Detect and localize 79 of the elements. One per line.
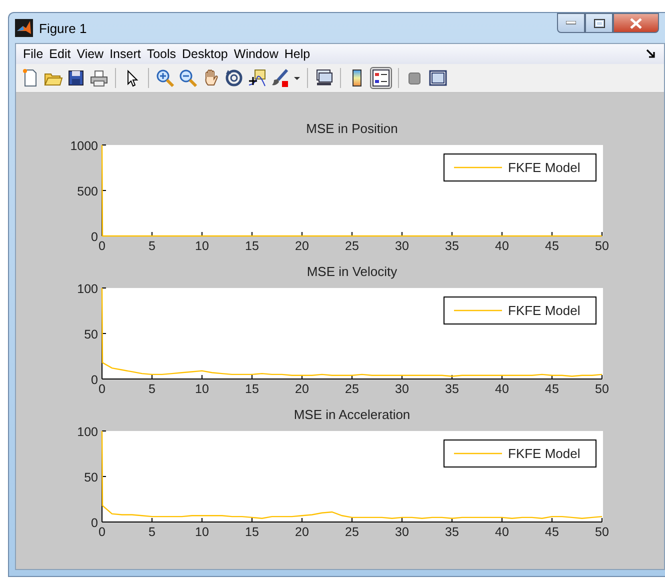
tick-label: 25 <box>345 382 359 396</box>
tick-label: 50 <box>595 382 609 396</box>
chart-title: MSE in Position <box>306 121 398 136</box>
menu-item[interactable]: Window <box>230 47 282 61</box>
tick-label: 45 <box>545 382 559 396</box>
legend-label: FKFE Model <box>508 303 580 318</box>
tick-label: 0 <box>91 230 98 244</box>
print-icon[interactable] <box>89 68 109 88</box>
tick-label: 35 <box>445 239 459 253</box>
tick-label: 15 <box>245 525 259 539</box>
legend-icon <box>372 69 390 87</box>
rotate-icon[interactable] <box>224 68 244 88</box>
tick-label: 15 <box>245 382 259 396</box>
tick-label: 40 <box>495 239 509 253</box>
tick-label: 40 <box>495 525 509 539</box>
tick-label: 0 <box>98 382 106 396</box>
minimize-icon <box>566 21 576 25</box>
tick-label: 0 <box>98 239 106 253</box>
tick-label: 0 <box>91 373 98 387</box>
tick-label: 1000 <box>70 139 98 153</box>
chart-title: MSE in Velocity <box>306 264 398 279</box>
save-icon[interactable] <box>66 68 86 88</box>
close-button[interactable] <box>613 13 659 33</box>
legend-line-sample <box>454 310 502 312</box>
chart-title: MSE in Acceleration <box>294 407 410 422</box>
tick-label: 15 <box>245 239 259 253</box>
tick-label: 10 <box>195 239 209 253</box>
legend-line-sample <box>454 166 502 168</box>
tick-label: 20 <box>295 382 309 396</box>
tick-label: 30 <box>395 239 409 253</box>
menu-item[interactable]: Desktop <box>179 47 231 61</box>
tick-label: 20 <box>295 239 309 253</box>
tick-label: 35 <box>445 525 459 539</box>
tick-label: 30 <box>395 382 409 396</box>
maximize-button[interactable] <box>585 13 613 33</box>
tick-label: 100 <box>77 425 98 439</box>
tick-label: 30 <box>395 525 409 539</box>
zoom-in-icon[interactable] <box>155 68 175 88</box>
tick-label: 50 <box>84 328 98 342</box>
tick-label: 100 <box>77 282 98 296</box>
tick-label: 5 <box>148 525 156 539</box>
tick-label: 25 <box>345 239 359 253</box>
brush-icon[interactable] <box>270 68 290 88</box>
data-cursor-icon[interactable] <box>247 68 267 88</box>
tick-label: 50 <box>595 239 609 253</box>
close-icon <box>630 18 642 28</box>
tick-label: 0 <box>91 516 98 530</box>
menu-item[interactable]: Insert <box>106 47 144 61</box>
show-plot-tools-icon[interactable] <box>428 68 448 88</box>
maximize-icon <box>594 18 604 28</box>
legend-toggle-button[interactable] <box>370 67 392 89</box>
window-title: Figure 1 <box>39 20 87 36</box>
tick-label: 5 <box>148 382 156 396</box>
tick-label: 50 <box>595 525 609 539</box>
tick-label: 10 <box>195 382 209 396</box>
tick-label: 45 <box>545 525 559 539</box>
tick-label: 25 <box>345 525 359 539</box>
menu-item[interactable]: Edit <box>46 47 74 61</box>
menu-item[interactable]: File <box>20 47 46 61</box>
menu-item[interactable]: View <box>74 47 107 61</box>
tick-label: 5 <box>148 239 156 253</box>
menu-item[interactable]: Tools <box>144 47 180 61</box>
tick-label: 0 <box>98 525 106 539</box>
menu-item[interactable]: Help <box>281 47 314 61</box>
tick-label: 40 <box>495 382 509 396</box>
minimize-button[interactable] <box>557 13 585 33</box>
tick-label: 10 <box>195 525 209 539</box>
zoom-out-icon[interactable] <box>178 68 198 88</box>
tick-label: 50 <box>84 470 98 484</box>
dock-arrow-icon[interactable] <box>646 49 656 59</box>
legend-line-sample <box>454 452 502 454</box>
tick-label: 45 <box>545 239 559 253</box>
tick-label: 20 <box>295 525 309 539</box>
app-logo-icon <box>15 19 33 37</box>
linked-plot-icon[interactable] <box>314 68 334 88</box>
tick-label: 35 <box>445 382 459 396</box>
tick-label: 500 <box>77 184 98 198</box>
legend-label: FKFE Model <box>508 446 580 461</box>
legend-label: FKFE Model <box>508 160 580 175</box>
